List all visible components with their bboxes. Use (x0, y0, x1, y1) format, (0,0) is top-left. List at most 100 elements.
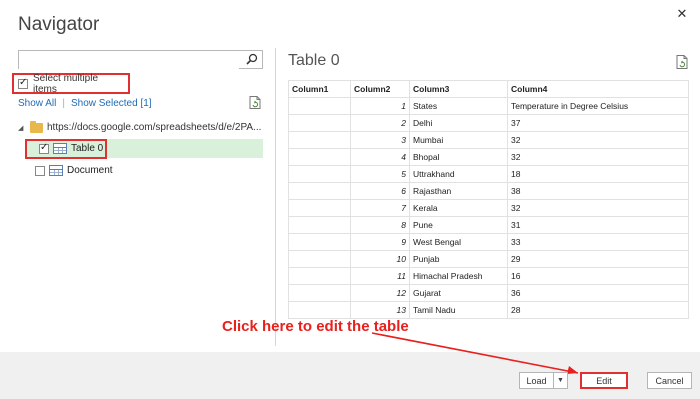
table-cell: 18 (507, 165, 689, 183)
table-cell: Mumbai (409, 131, 508, 149)
folder-icon (30, 120, 43, 133)
table-cell: Punjab (409, 250, 508, 268)
search-icon[interactable] (246, 53, 258, 65)
table-cell: States (409, 97, 508, 115)
table-cell: 16 (507, 267, 689, 285)
table-cell: 9 (350, 233, 410, 251)
refresh-icon[interactable] (249, 96, 261, 109)
table-cell (288, 165, 351, 183)
table-cell: Kerala (409, 199, 508, 217)
table-header-row: Column1 Column2 Column3 Column4 (288, 80, 689, 98)
table-cell: 7 (350, 199, 410, 217)
tree-root-label: https://docs.google.com/spreadsheets/d/e… (47, 122, 262, 133)
edit-button[interactable]: Edit (580, 372, 628, 389)
tree-item-label: Document (67, 165, 113, 176)
collapse-caret-icon[interactable]: ◢ (18, 124, 26, 132)
table-cell: Delhi (409, 114, 508, 132)
table-cell (288, 284, 351, 302)
table-row: 11 Himachal Pradesh 16 (288, 267, 689, 285)
annotation-text: Click here to edit the table (222, 318, 409, 335)
column-header[interactable]: Column1 (288, 80, 351, 98)
table-row: 2 Delhi 37 (288, 114, 689, 132)
table-cell: 3 (350, 131, 410, 149)
show-all-link[interactable]: Show All (18, 98, 56, 109)
column-header[interactable]: Column2 (350, 80, 410, 98)
search-input[interactable] (19, 52, 239, 70)
table-row: 1 States Temperature in Degree Celsius (288, 97, 689, 115)
pane-divider[interactable] (275, 48, 276, 346)
cancel-button[interactable]: Cancel (647, 372, 692, 389)
table-cell (288, 97, 351, 115)
table-row: 3 Mumbai 32 (288, 131, 689, 149)
table-cell: 33 (507, 233, 689, 251)
table-cell (288, 131, 351, 149)
refresh-preview-icon[interactable] (676, 55, 688, 69)
table-row: 10 Punjab 29 (288, 250, 689, 268)
table-cell: Tamil Nadu (409, 301, 508, 319)
table-row: 12 Gujarat 36 (288, 284, 689, 302)
table-cell: 1 (350, 97, 410, 115)
table-cell (288, 199, 351, 217)
preview-table: Column1 Column2 Column3 Column4 1 States T… (288, 80, 689, 319)
selection-links: Show All | Show Selected [1] (18, 98, 152, 109)
table-row: 13 Tamil Nadu 28 (288, 301, 689, 319)
table-cell: 28 (507, 301, 689, 319)
close-button[interactable]: ✕ (674, 6, 690, 22)
table-cell: 2 (350, 114, 410, 132)
table-cell (288, 301, 351, 319)
table-cell: 32 (507, 148, 689, 166)
table-cell: West Bengal (409, 233, 508, 251)
table-cell: Himachal Pradesh (409, 267, 508, 285)
table-cell: 8 (350, 216, 410, 234)
table-cell: Gujarat (409, 284, 508, 302)
table-cell: 36 (507, 284, 689, 302)
table-cell: Rajasthan (409, 182, 508, 200)
table-cell: 32 (507, 131, 689, 149)
table-cell (288, 148, 351, 166)
checkbox-icon[interactable] (18, 77, 28, 89)
table-cell: 13 (350, 301, 410, 319)
table-cell: 31 (507, 216, 689, 234)
show-selected-link[interactable]: Show Selected [1] (71, 98, 152, 109)
table-icon (49, 165, 63, 176)
column-header[interactable]: Column3 (409, 80, 508, 98)
column-header[interactable]: Column4 (507, 80, 689, 98)
table-cell: 6 (350, 182, 410, 200)
table-cell: 10 (350, 250, 410, 268)
table-cell (288, 267, 351, 285)
table-cell: 4 (350, 148, 410, 166)
table-cell: 11 (350, 267, 410, 285)
table-cell (288, 233, 351, 251)
tree-root-node[interactable]: ◢ https://docs.google.com/spreadsheets/d… (18, 120, 262, 133)
document-checkbox[interactable] (35, 165, 45, 176)
table-cell (288, 250, 351, 268)
table-cell: Uttrakhand (409, 165, 508, 183)
table-row: 6 Rajasthan 38 (288, 182, 689, 200)
table-cell: 38 (507, 182, 689, 200)
table-0-highlight-box (25, 139, 107, 159)
table-row: 8 Pune 31 (288, 216, 689, 234)
table-cell (288, 114, 351, 132)
table-cell: 12 (350, 284, 410, 302)
table-cell: 5 (350, 165, 410, 183)
table-cell: Pune (409, 216, 508, 234)
table-cell (288, 216, 351, 234)
table-row: 9 West Bengal 33 (288, 233, 689, 251)
tree-item-document[interactable]: Document (35, 161, 113, 180)
chevron-down-icon: ▼ (557, 377, 564, 384)
select-multiple-label: Select multiple items (33, 72, 99, 95)
table-cell: Bhopal (409, 148, 508, 166)
load-button[interactable]: Load (519, 372, 554, 389)
search-field[interactable] (18, 50, 263, 70)
preview-title: Table 0 (288, 52, 340, 69)
table-cell: 29 (507, 250, 689, 268)
table-cell (288, 182, 351, 200)
table-row: 4 Bhopal 32 (288, 148, 689, 166)
table-row: 5 Uttrakhand 18 (288, 165, 689, 183)
table-cell: 32 (507, 199, 689, 217)
table-row: 7 Kerala 32 (288, 199, 689, 217)
select-multiple-items-checkbox[interactable]: Select multiple items (12, 72, 130, 95)
table-cell: 37 (507, 114, 689, 132)
table-cell: Temperature in Degree Celsius (507, 97, 689, 115)
load-dropdown-button[interactable]: ▼ (554, 372, 568, 389)
